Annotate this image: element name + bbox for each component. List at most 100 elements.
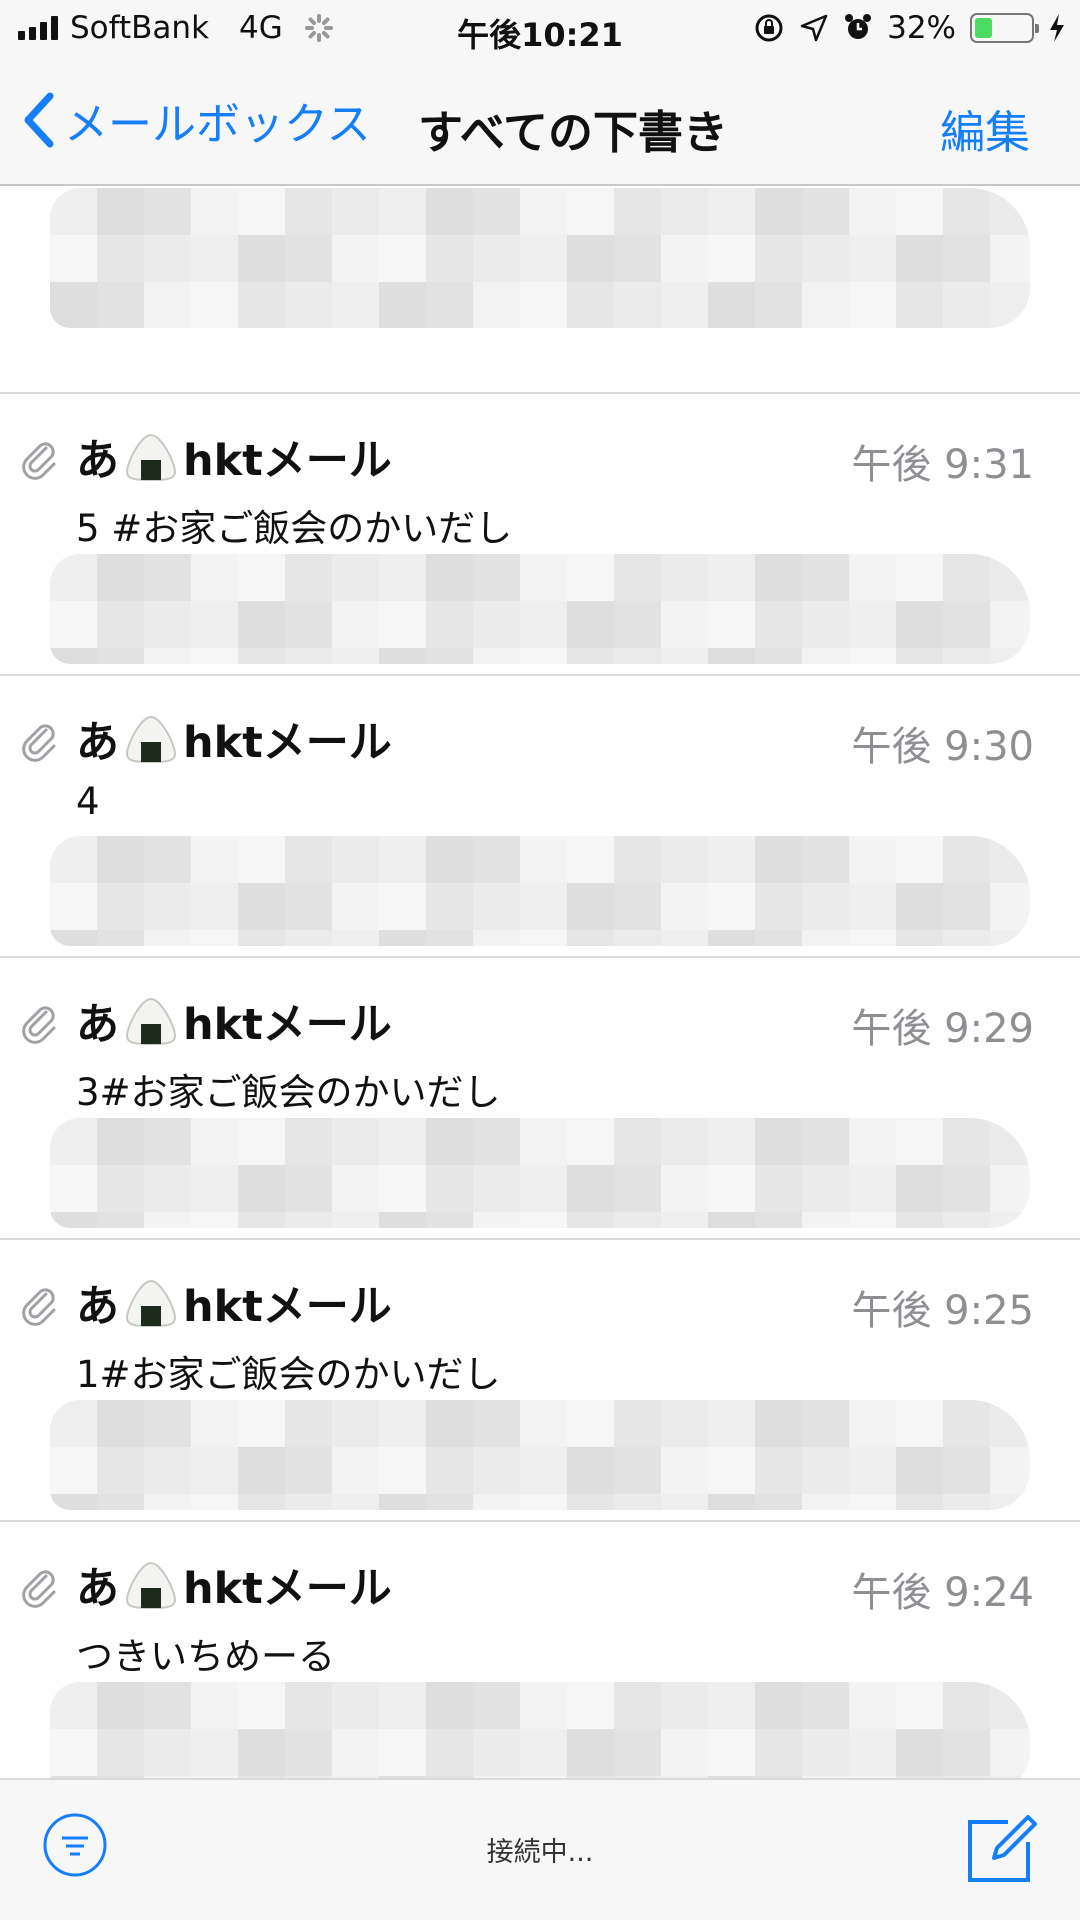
pixelated-block xyxy=(943,1400,990,1447)
mail-preview-blurred xyxy=(50,1400,1030,1510)
pixelated-block xyxy=(708,235,755,282)
pixelated-block xyxy=(144,836,191,883)
pixelated-block xyxy=(426,1447,473,1494)
pixelated-block xyxy=(708,1682,755,1729)
pixelated-block xyxy=(943,1447,990,1494)
pixelated-block xyxy=(473,648,520,664)
pixelated-block xyxy=(849,1400,896,1447)
back-button-label: メールボックス xyxy=(64,99,371,150)
pixelated-block xyxy=(661,235,708,282)
pixelated-block xyxy=(50,1729,97,1776)
pixelated-block xyxy=(426,554,473,601)
pixelated-block xyxy=(896,1447,943,1494)
navigation-bar: メールボックス すべての下書き 編集 xyxy=(0,58,1080,186)
pixelated-block xyxy=(755,883,802,930)
attachment-icon xyxy=(22,724,56,762)
location-arrow-icon xyxy=(800,14,828,42)
pixelated-block xyxy=(144,282,191,328)
pixelated-block xyxy=(191,836,238,883)
pixelated-block xyxy=(802,883,849,930)
pixelated-block xyxy=(520,836,567,883)
pixelated-block xyxy=(285,930,332,946)
pixelated-block xyxy=(144,648,191,664)
mail-list-item[interactable]: あ hktメール 午後 9:31 5 #お家ご飯会のかいだし xyxy=(0,394,1080,676)
pixelated-block xyxy=(520,1118,567,1165)
pixelated-block xyxy=(144,1400,191,1447)
pixelated-block xyxy=(708,1447,755,1494)
sender-prefix: あ xyxy=(76,1564,119,1614)
pixelated-block xyxy=(50,883,97,930)
mail-list-item[interactable]: あhktメール午後 9:336 #お家ご飯会のかいだし xyxy=(0,186,1080,394)
mail-list-item[interactable]: あ hktメール 午後 9:30 4 xyxy=(0,676,1080,958)
pixelated-block xyxy=(238,188,285,235)
pixelated-block xyxy=(97,235,144,282)
pixelated-block xyxy=(520,930,567,946)
pixelated-block xyxy=(755,282,802,328)
pixelated-block xyxy=(849,883,896,930)
pixelated-block xyxy=(473,554,520,601)
pixelated-block xyxy=(708,1212,755,1228)
pixelated-block xyxy=(896,930,943,946)
pixelated-block xyxy=(285,1729,332,1776)
pixelated-block xyxy=(755,1212,802,1228)
pixelated-block xyxy=(332,601,379,648)
pixelated-block xyxy=(614,1729,661,1776)
pixelated-block xyxy=(191,883,238,930)
pixelated-block xyxy=(285,1165,332,1212)
mail-list[interactable]: あhktメール午後 9:336 #お家ご飯会のかいだしあhktメール午後 9:3… xyxy=(0,186,1080,1778)
pixelated-block xyxy=(990,554,1030,601)
pixelated-block xyxy=(990,235,1030,282)
sender-suffix: hktメール xyxy=(183,1282,392,1332)
pixelated-block xyxy=(97,836,144,883)
pixelated-block xyxy=(990,930,1030,946)
pixelated-block xyxy=(379,1447,426,1494)
pixelated-block xyxy=(426,648,473,664)
pixelated-block xyxy=(896,883,943,930)
mail-subject: 4 xyxy=(76,780,100,823)
pixelated-block xyxy=(144,601,191,648)
pixelated-block xyxy=(379,1682,426,1729)
pixelated-block xyxy=(802,188,849,235)
compose-button[interactable] xyxy=(964,1810,1040,1886)
pixelated-block xyxy=(849,1165,896,1212)
pixelated-block xyxy=(473,1447,520,1494)
battery-fill xyxy=(975,18,993,38)
pixelated-block xyxy=(191,1447,238,1494)
pixelated-block xyxy=(849,1729,896,1776)
pixelated-block xyxy=(990,836,1030,883)
pixelated-block xyxy=(520,1729,567,1776)
pixelated-block xyxy=(990,1494,1030,1510)
sender-suffix: hktメール xyxy=(183,1564,392,1614)
pixelated-block xyxy=(520,1212,567,1228)
pixelated-block xyxy=(708,836,755,883)
pixelated-block xyxy=(614,1447,661,1494)
pixelated-block xyxy=(426,930,473,946)
mail-list-item[interactable]: あ hktメール 午後 9:29 3#お家ご飯会のかいだし xyxy=(0,958,1080,1240)
pixelated-block xyxy=(990,1447,1030,1494)
pixelated-block xyxy=(379,554,426,601)
pixelated-block xyxy=(567,554,614,601)
mail-list-item[interactable]: あ hktメール 午後 9:24 つきいちめーる xyxy=(0,1522,1080,1778)
mail-subject: 1#お家ご飯会のかいだし xyxy=(76,1353,501,1396)
pixelated-block xyxy=(144,1682,191,1729)
pixelated-block xyxy=(50,601,97,648)
onigiri-emoji-icon xyxy=(125,1279,177,1328)
pixelated-block xyxy=(238,1118,285,1165)
pixelated-block xyxy=(50,930,97,946)
pixelated-block xyxy=(661,648,708,664)
pixelated-block xyxy=(473,282,520,328)
pixelated-block xyxy=(473,836,520,883)
pixelated-block xyxy=(567,1447,614,1494)
pixelated-block xyxy=(191,601,238,648)
pixelated-block xyxy=(896,601,943,648)
pixelated-block xyxy=(97,554,144,601)
pixelated-block xyxy=(144,1165,191,1212)
back-button[interactable]: メールボックス xyxy=(18,88,371,152)
edit-button[interactable]: 編集 xyxy=(940,96,1030,161)
mail-list-item[interactable]: あ hktメール 午後 9:25 1#お家ご飯会のかいだし xyxy=(0,1240,1080,1522)
pixelated-block xyxy=(567,930,614,946)
pixelated-block xyxy=(473,188,520,235)
pixelated-block xyxy=(285,1118,332,1165)
pixelated-block xyxy=(896,1400,943,1447)
pixelated-block xyxy=(567,883,614,930)
